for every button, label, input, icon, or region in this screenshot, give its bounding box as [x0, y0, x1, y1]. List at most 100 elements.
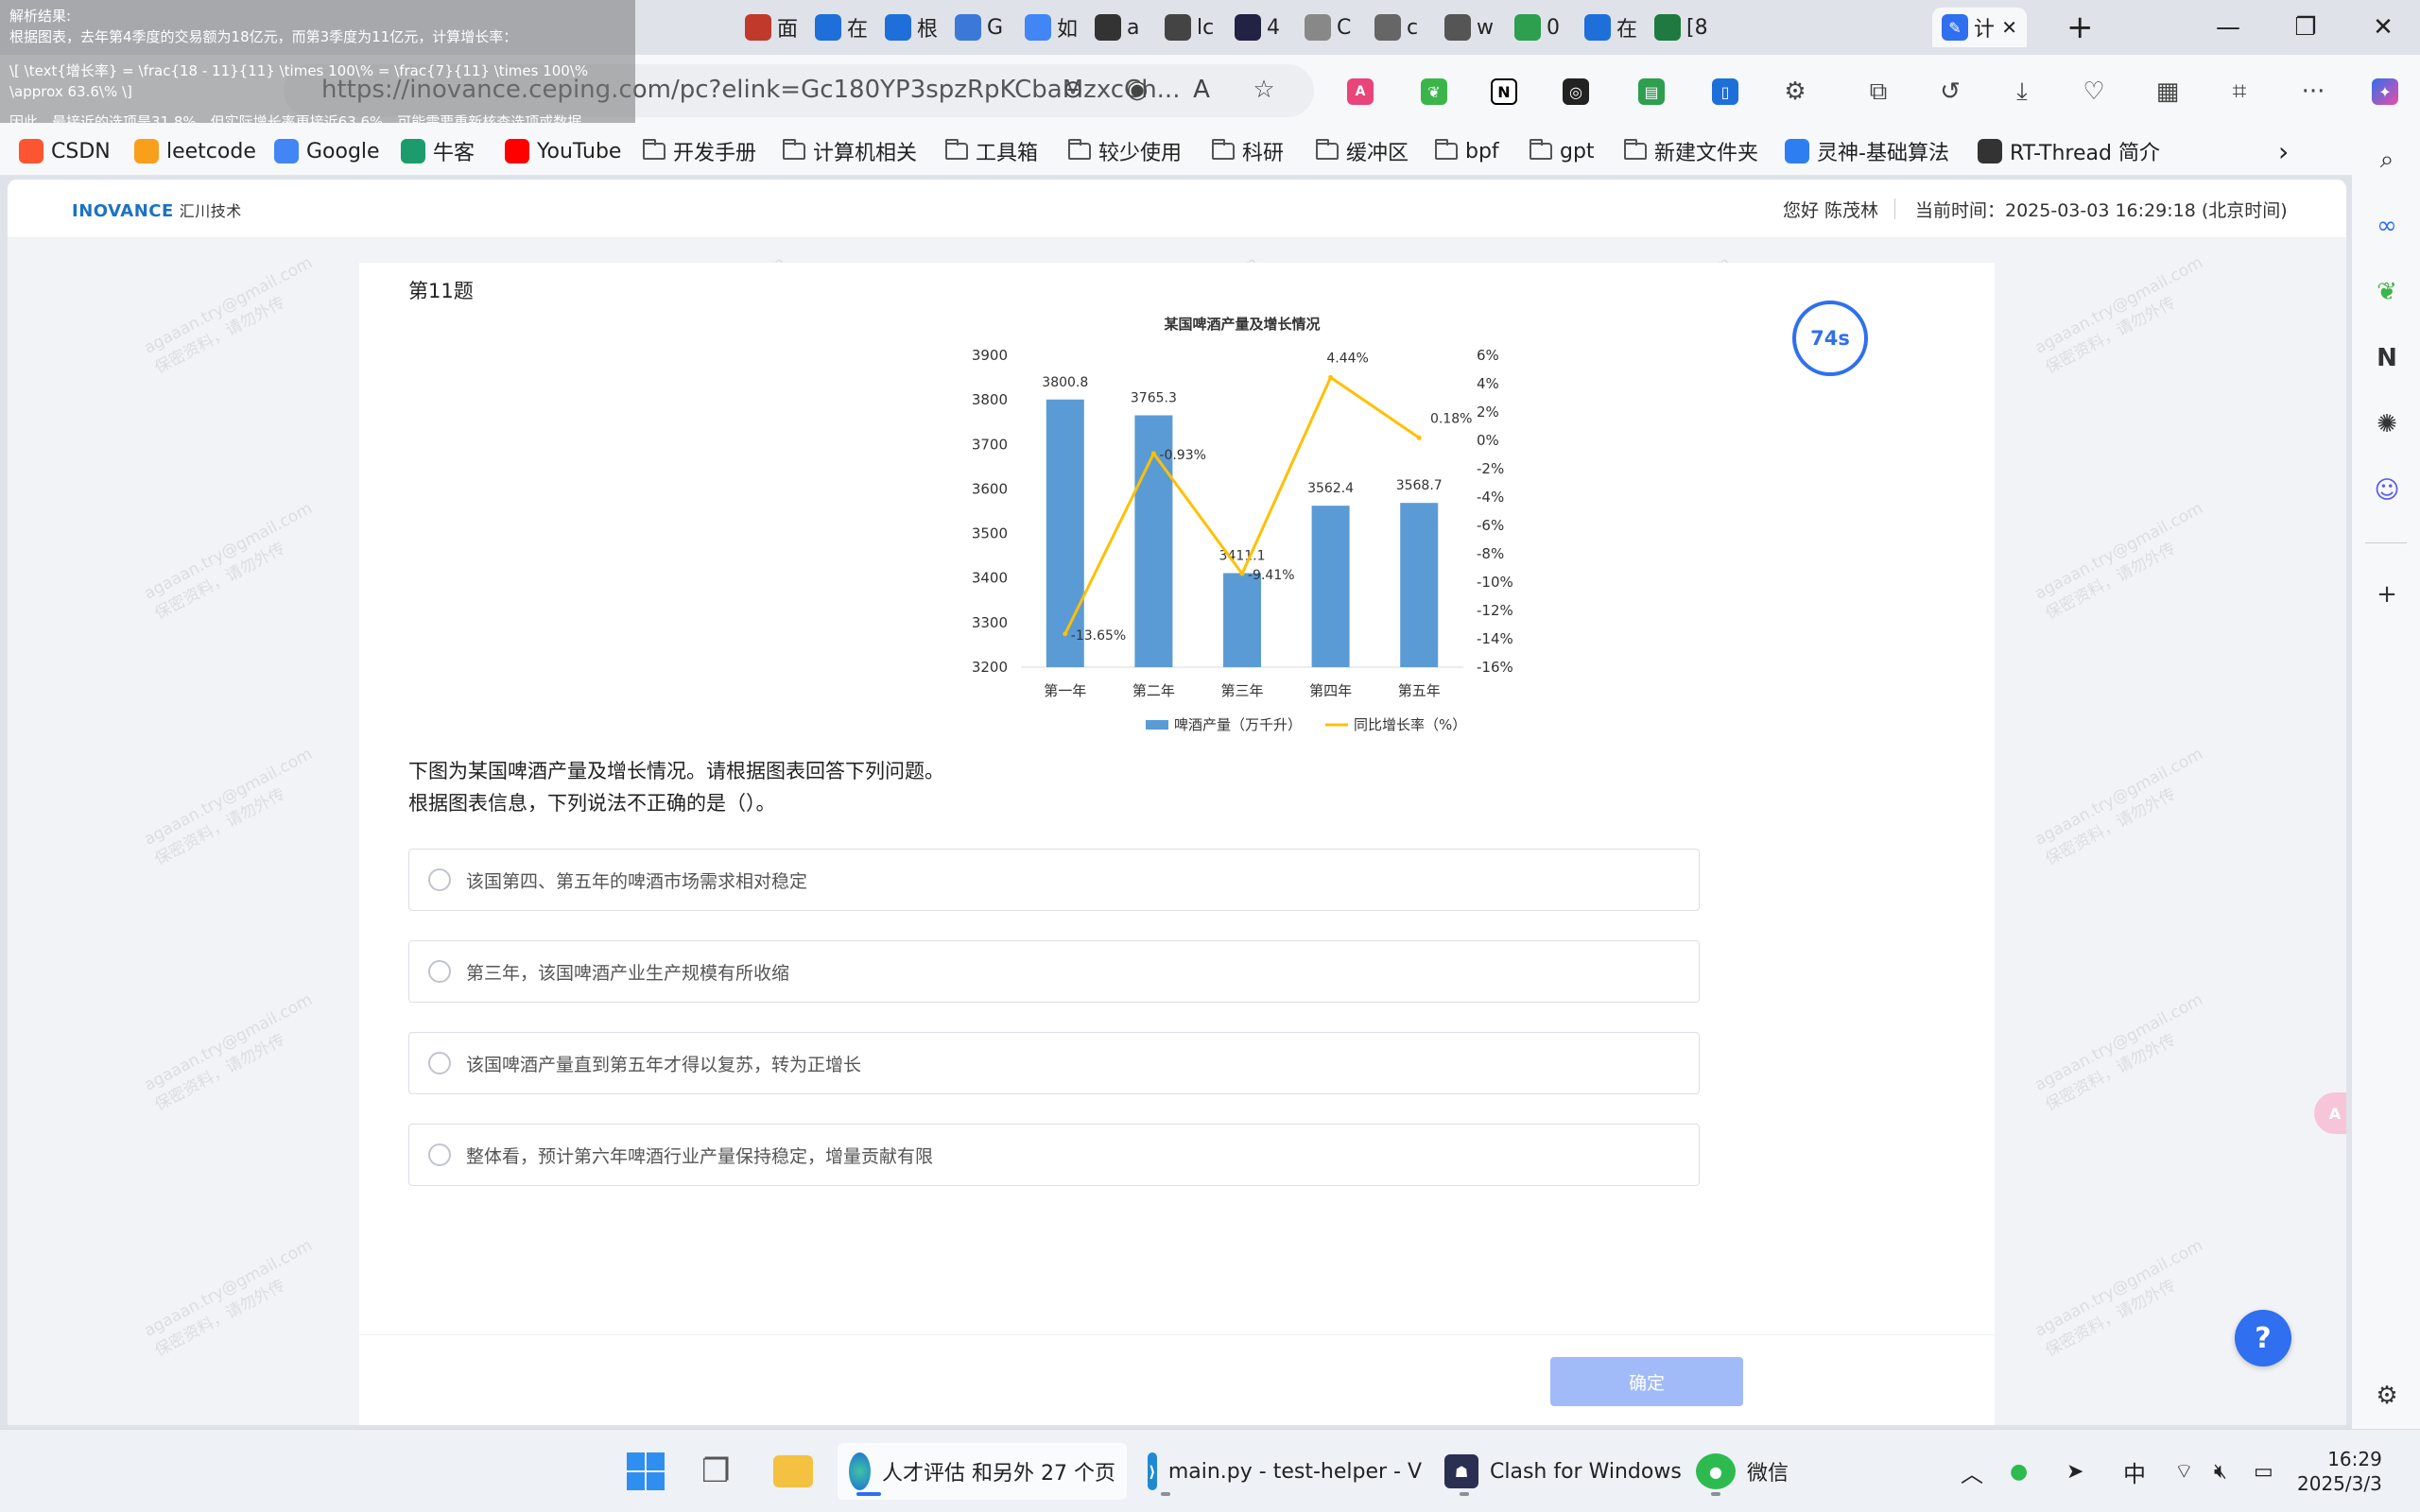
- tab-active[interactable]: ✎ 计 ✕: [1932, 8, 2027, 47]
- wechat-tray-icon[interactable]: ●: [2010, 1443, 2028, 1500]
- browser-tab[interactable]: a: [1095, 8, 1139, 47]
- system-clock[interactable]: 16:29 2025/3/3: [2297, 1447, 2382, 1496]
- radio-button[interactable]: [428, 1143, 451, 1166]
- help-button[interactable]: ?: [2235, 1310, 2291, 1366]
- battery-icon[interactable]: ▭: [2254, 1443, 2273, 1500]
- volume-muted-icon[interactable]: 🔇︎: [2214, 1443, 2227, 1500]
- browser-tab[interactable]: 0: [1514, 8, 1560, 47]
- copilot-icon[interactable]: ✦: [2367, 74, 2403, 110]
- option-d[interactable]: 整体看，预计第六年啤酒行业产量保持稳定，增量贡献有限: [408, 1124, 1700, 1186]
- browser-tab[interactable]: G: [955, 8, 1003, 47]
- tab-label: 在: [1616, 18, 1638, 42]
- translate-ext-icon[interactable]: A: [1342, 74, 1378, 110]
- growth-point: [1150, 451, 1156, 456]
- translate-float-button[interactable]: A: [2314, 1092, 2346, 1134]
- minimize-button[interactable]: —: [2195, 6, 2261, 49]
- bookmark-item[interactable]: CSDN: [19, 134, 111, 168]
- bookmark-item[interactable]: RT-Thread 简介: [1978, 134, 2160, 168]
- assistant-sidebar-icon[interactable]: ☺: [2369, 472, 2405, 508]
- browser-tab[interactable]: 如: [1025, 8, 1078, 47]
- bookmark-item[interactable]: 开发手册: [643, 134, 756, 168]
- option-c[interactable]: 该国啤酒产量直到第五年才得以复苏，转为正增长: [408, 1032, 1700, 1094]
- ime-indicator[interactable]: 中: [2123, 1443, 2146, 1500]
- browser-tab[interactable]: C: [1305, 8, 1351, 47]
- bookmark-item[interactable]: 缓冲区: [1316, 134, 1409, 168]
- copilot-sidebar-icon[interactable]: ∞: [2369, 208, 2405, 244]
- read-aloud-icon[interactable]: A: [1184, 72, 1219, 108]
- settings-gear-icon[interactable]: ⚙: [2369, 1378, 2405, 1414]
- close-tab-icon[interactable]: ✕: [2001, 16, 2017, 39]
- bookmark-label: 牛客: [433, 142, 475, 165]
- history-icon[interactable]: ↺: [1932, 74, 1968, 110]
- download-icon[interactable]: ⤓: [2004, 74, 2040, 110]
- y-left-tick-label: 3600: [972, 480, 1008, 497]
- health-icon[interactable]: ♡: [2076, 74, 2112, 110]
- bookmark-label: 较少使用: [1098, 142, 1183, 165]
- start-button[interactable]: [626, 1443, 666, 1500]
- bookmark-item[interactable]: YouTube: [505, 134, 621, 168]
- y-right-tick-label: 2%: [1477, 404, 1499, 421]
- restore-button[interactable]: ❐: [2273, 6, 2339, 49]
- bookmark-item[interactable]: 新建文件夹: [1624, 134, 1758, 168]
- option-a[interactable]: 该国第四、第五年的啤酒市场需求相对稳定: [408, 849, 1700, 911]
- taskbar-edge[interactable]: 人才评估 和另外 27 个页: [838, 1443, 1127, 1500]
- task-view-button[interactable]: ❐: [701, 1443, 730, 1500]
- send-tray-icon[interactable]: ➤: [2066, 1443, 2083, 1500]
- bookmark-item[interactable]: 科研: [1212, 134, 1284, 168]
- search-icon[interactable]: ⌕: [2369, 142, 2405, 178]
- apps-icon[interactable]: ▦: [2150, 74, 2186, 110]
- taskbar-vscode[interactable]: ⟩ main.py - test-helper - V: [1148, 1443, 1422, 1500]
- watermark: agaaan.try@gmail.com保密资料，请勿外传: [2031, 745, 2206, 869]
- bookmark-item[interactable]: leetcode: [134, 134, 256, 168]
- overlay-line: 解析结果:: [9, 8, 72, 25]
- notion-sidebar-icon[interactable]: N: [2369, 340, 2405, 376]
- chevron-up-icon[interactable]: ︿: [1961, 1443, 1983, 1500]
- bookmark-item[interactable]: 工具箱: [945, 134, 1038, 168]
- notion-ext-icon[interactable]: N: [1486, 74, 1522, 110]
- bookmark-item[interactable]: 灵神-基础算法: [1785, 134, 1949, 168]
- leaf-sidebar-icon[interactable]: ❦: [2369, 274, 2405, 310]
- chevron-right-icon[interactable]: ›: [2278, 134, 2289, 168]
- printer-ext-icon[interactable]: ▤: [1634, 74, 1669, 110]
- browser-tab[interactable]: 4: [1235, 8, 1280, 47]
- radio-button[interactable]: [428, 960, 451, 983]
- bookmark-item[interactable]: 计算机相关: [783, 134, 917, 168]
- taskbar-clash[interactable]: ☗ Clash for Windows: [1444, 1443, 1682, 1500]
- mask-ext-icon[interactable]: ◎: [1558, 74, 1594, 110]
- browser-tab[interactable]: w: [1444, 8, 1494, 47]
- more-icon[interactable]: ···: [2295, 74, 2331, 110]
- screenshot-icon[interactable]: ⌗: [2221, 74, 2257, 110]
- leaf-ext-icon[interactable]: ❦: [1416, 74, 1452, 110]
- y-left-tick-label: 3700: [972, 436, 1008, 453]
- browser-tab[interactable]: c: [1374, 8, 1418, 47]
- browser-tab[interactable]: 面: [745, 8, 798, 47]
- bookmark-item[interactable]: gpt: [1530, 134, 1595, 168]
- favorite-star-icon[interactable]: ☆: [1246, 72, 1282, 108]
- tab-label: C: [1337, 15, 1352, 40]
- confirm-button[interactable]: 确定: [1550, 1357, 1743, 1406]
- close-window-button[interactable]: ✕: [2350, 6, 2416, 49]
- wifi-icon[interactable]: ⌔: [2174, 1443, 2194, 1500]
- zoom-icon[interactable]: ⊖: [1055, 72, 1091, 108]
- new-tab-button[interactable]: +: [2066, 8, 2094, 47]
- add-sidebar-icon[interactable]: +: [2369, 576, 2405, 612]
- extensions-icon[interactable]: ⚙: [1777, 74, 1813, 110]
- file-explorer-button[interactable]: [773, 1443, 813, 1500]
- option-b[interactable]: 第三年，该国啤酒产业生产规模有所收缩: [408, 940, 1700, 1003]
- file-ext-icon[interactable]: ▯: [1707, 74, 1743, 110]
- radio-button[interactable]: [428, 1052, 451, 1074]
- browser-tab[interactable]: 根: [885, 8, 938, 47]
- bookmark-item[interactable]: Google: [274, 134, 380, 168]
- browser-tab[interactable]: 在: [815, 8, 868, 47]
- browser-tab[interactable]: lc: [1165, 8, 1214, 47]
- bookmark-item[interactable]: 较少使用: [1068, 134, 1182, 168]
- bookmark-item[interactable]: 牛客: [401, 134, 475, 168]
- bookmark-item[interactable]: bpf: [1435, 134, 1499, 168]
- browser-tab[interactable]: 在: [1584, 8, 1637, 47]
- browser-tab[interactable]: [8: [1654, 8, 1708, 47]
- chatgpt-sidebar-icon[interactable]: ✺: [2369, 406, 2405, 442]
- radio-button[interactable]: [428, 868, 451, 891]
- edge-icon[interactable]: ◉: [1119, 72, 1155, 108]
- taskbar-wechat[interactable]: ● 微信: [1696, 1443, 1789, 1500]
- collections-icon[interactable]: ⧉: [1860, 74, 1896, 110]
